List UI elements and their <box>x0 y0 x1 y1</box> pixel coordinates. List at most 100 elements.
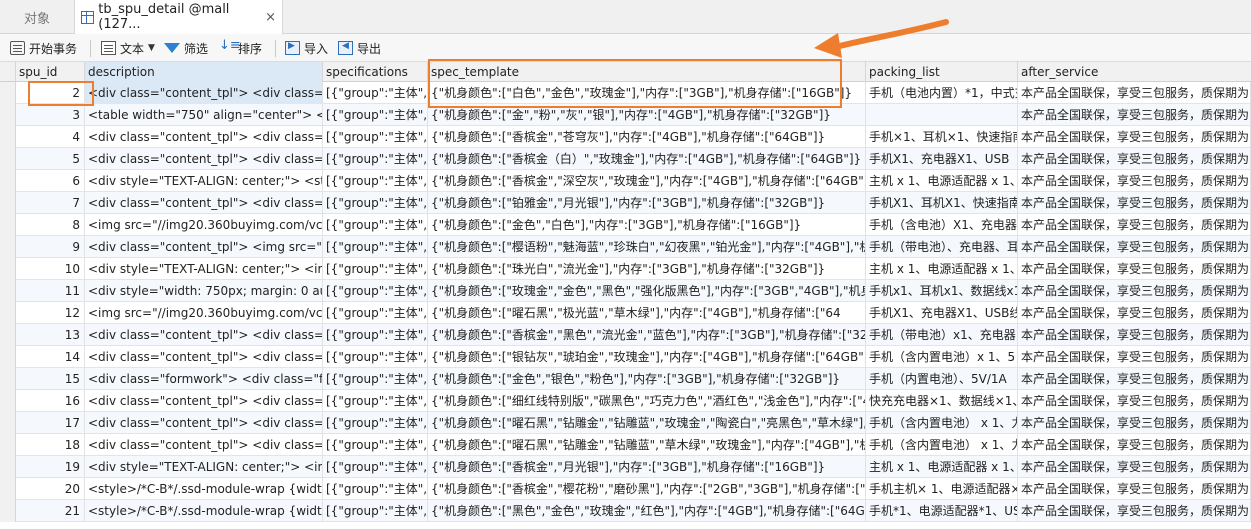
table-row[interactable]: 10 <div style="TEXT-ALIGN: center;"> <im[… <box>0 258 1251 280</box>
cell-spec-template[interactable]: {"机身颜色":["曜石黑","极光蓝","草木绿"],"内存":["4GB"]… <box>428 302 866 324</box>
begin-transaction-button[interactable]: 开始事务 <box>10 34 77 62</box>
row-gutter[interactable] <box>0 324 16 346</box>
cell-packing-list[interactable]: 手机X1、耳机X1、快速指南 <box>866 192 1018 214</box>
row-gutter[interactable] <box>0 258 16 280</box>
cell-spu-id[interactable]: 5 <box>16 148 85 170</box>
table-row[interactable]: 13 <div class="content_tpl"> <div class="… <box>0 324 1251 346</box>
cell-spec-template[interactable]: {"机身颜色":["香槟金","樱花粉","磨砂黑"],"内存":["2GB",… <box>428 478 866 500</box>
cell-after-service[interactable]: 本产品全国联保，享受三包服务，质保期为 <box>1018 456 1251 478</box>
cell-packing-list[interactable]: 手机（带电池）、充电器、耳 <box>866 236 1018 258</box>
cell-description[interactable]: <div class="content_tpl"> <div class="fo <box>85 346 323 368</box>
table-row[interactable]: 12 <img src="//img20.360buyimg.com/vc/jf[… <box>0 302 1251 324</box>
row-gutter[interactable] <box>0 434 16 456</box>
cell-after-service[interactable]: 本产品全国联保，享受三包服务，质保期为 <box>1018 236 1251 258</box>
cell-packing-list[interactable] <box>866 104 1018 126</box>
cell-description[interactable]: <div class="content_tpl"> <div class="fo <box>85 324 323 346</box>
cell-packing-list[interactable]: 快充充电器×1、数据线×1、 <box>866 390 1018 412</box>
cell-after-service[interactable]: 本产品全国联保，享受三包服务，质保期为 <box>1018 148 1251 170</box>
cell-packing-list[interactable]: 手机（电池内置）*1，中式充 <box>866 82 1018 104</box>
column-header-spu-id[interactable]: spu_id <box>16 62 85 82</box>
cell-spec-template[interactable]: {"机身颜色":["香槟金","苍穹灰"],"内存":["4GB"],"机身存储… <box>428 126 866 148</box>
cell-specifications[interactable]: [{"group":"主体","p <box>323 302 428 324</box>
row-gutter[interactable] <box>0 412 16 434</box>
cell-spec-template[interactable]: {"机身颜色":["细红线特别版","碳黑色","巧克力色","酒红色","浅金… <box>428 390 866 412</box>
cell-after-service[interactable]: 本产品全国联保，享受三包服务，质保期为 <box>1018 324 1251 346</box>
cell-spu-id[interactable]: 16 <box>16 390 85 412</box>
table-row[interactable]: 7 <div class="content_tpl"> <div class="f… <box>0 192 1251 214</box>
row-gutter[interactable] <box>0 280 16 302</box>
cell-packing-list[interactable]: 手机（含内置电池） x 1、力 <box>866 412 1018 434</box>
cell-spec-template[interactable]: {"机身颜色":["曜石黑","钻雕金","钻雕蓝","草木绿","玫瑰金"],… <box>428 434 866 456</box>
cell-spu-id[interactable]: 17 <box>16 412 85 434</box>
column-header-packing-list[interactable]: packing_list <box>866 62 1018 82</box>
cell-after-service[interactable]: 本产品全国联保，享受三包服务，质保期为 <box>1018 434 1251 456</box>
row-gutter[interactable] <box>0 236 16 258</box>
row-gutter[interactable] <box>0 214 16 236</box>
cell-spu-id[interactable]: 12 <box>16 302 85 324</box>
cell-spu-id[interactable]: 3 <box>16 104 85 126</box>
cell-specifications[interactable]: [{"group":"主体","p <box>323 412 428 434</box>
cell-spec-template[interactable]: {"机身颜色":["铂雅金","月光银"],"内存":["3GB"],"机身存储… <box>428 192 866 214</box>
cell-description[interactable]: <img src="//img20.360buyimg.com/vc/jf <box>85 214 323 236</box>
cell-specifications[interactable]: [{"group":"主体","p <box>323 236 428 258</box>
cell-after-service[interactable]: 本产品全国联保，享受三包服务，质保期为 <box>1018 390 1251 412</box>
cell-description[interactable]: <div class="formwork"> <div class="for <box>85 368 323 390</box>
table-row[interactable]: 6 <div style="TEXT-ALIGN: center;"> <styl… <box>0 170 1251 192</box>
table-row[interactable]: 9 <div class="content_tpl"> <img src="//i… <box>0 236 1251 258</box>
cell-specifications[interactable]: [{"group":"主体","p <box>323 478 428 500</box>
cell-specifications[interactable]: [{"group":"主体","p <box>323 500 428 522</box>
cell-spu-id[interactable]: 2 <box>16 82 85 104</box>
import-button[interactable]: 导入 <box>285 34 328 62</box>
data-grid[interactable]: spu_id description specifications spec_t… <box>0 62 1251 529</box>
cell-packing-list[interactable]: 手机X1、充电器X1、USB线 <box>866 302 1018 324</box>
cell-spec-template[interactable]: {"机身颜色":["白色","金色","玫瑰金"],"内存":["3GB"],"… <box>428 82 866 104</box>
text-view-button[interactable]: 文本 ▼ <box>101 34 155 62</box>
cell-spu-id[interactable]: 6 <box>16 170 85 192</box>
cell-after-service[interactable]: 本产品全国联保，享受三包服务，质保期为 <box>1018 104 1251 126</box>
cell-description[interactable]: <div class="content_tpl"> <div class="fo <box>85 148 323 170</box>
row-gutter[interactable] <box>0 478 16 500</box>
cell-after-service[interactable]: 本产品全国联保，享受三包服务，质保期为 <box>1018 368 1251 390</box>
cell-spu-id[interactable]: 19 <box>16 456 85 478</box>
table-row[interactable]: 3 <table width="750" align="center"> <tb[… <box>0 104 1251 126</box>
cell-description[interactable]: <div class="content_tpl"> <div class="fo <box>85 126 323 148</box>
table-row[interactable]: 5 <div class="content_tpl"> <div class="f… <box>0 148 1251 170</box>
table-row[interactable]: 14 <div class="content_tpl"> <div class="… <box>0 346 1251 368</box>
cell-description[interactable]: <img src="//img20.360buyimg.com/vc/jf <box>85 302 323 324</box>
cell-after-service[interactable]: 本产品全国联保，享受三包服务，质保期为 <box>1018 192 1251 214</box>
cell-spec-template[interactable]: {"机身颜色":["金色","银色","粉色"],"内存":["3GB"],"机… <box>428 368 866 390</box>
cell-packing-list[interactable]: 主机 x 1、电源适配器 x 1、 <box>866 170 1018 192</box>
cell-spec-template[interactable]: {"机身颜色":["金色","白色"],"内存":["3GB"],"机身存储":… <box>428 214 866 236</box>
cell-description[interactable]: <div style="TEXT-ALIGN: center;"> <im <box>85 258 323 280</box>
cell-spec-template[interactable]: {"机身颜色":["香槟金","黑色","流光金","蓝色"],"内存":["3… <box>428 324 866 346</box>
cell-description[interactable]: <div class="content_tpl"> <div class="fo <box>85 390 323 412</box>
cell-specifications[interactable]: [{"group":"主体","p <box>323 192 428 214</box>
cell-packing-list[interactable]: 手机X1、充电器X1、USB <box>866 148 1018 170</box>
cell-spu-id[interactable]: 21 <box>16 500 85 522</box>
cell-spu-id[interactable]: 10 <box>16 258 85 280</box>
column-header-specifications[interactable]: specifications <box>323 62 428 82</box>
table-row[interactable]: 16 <div class="content_tpl"> <div class="… <box>0 390 1251 412</box>
tab-objects[interactable]: 对象 <box>0 0 75 34</box>
cell-after-service[interactable]: 本产品全国联保，享受三包服务，质保期为 <box>1018 500 1251 522</box>
table-row[interactable]: 15 <div class="formwork"> <div class="for… <box>0 368 1251 390</box>
row-gutter[interactable] <box>0 390 16 412</box>
cell-specifications[interactable]: [{"group":"主体","p <box>323 346 428 368</box>
cell-after-service[interactable]: 本产品全国联保，享受三包服务，质保期为 <box>1018 258 1251 280</box>
cell-packing-list[interactable]: 手机（含内置电池） x 1、力 <box>866 434 1018 456</box>
cell-packing-list[interactable]: 手机（带电池）x1、充电器 <box>866 324 1018 346</box>
cell-description[interactable]: <style>/*C-B*/.ssd-module-wrap {width: <box>85 478 323 500</box>
chevron-down-icon[interactable]: ▼ <box>148 43 155 53</box>
column-header-description[interactable]: description <box>85 62 323 82</box>
cell-spec-template[interactable]: {"机身颜色":["玫瑰金","金色","黑色","强化版黑色"],"内存":[… <box>428 280 866 302</box>
filter-button[interactable]: 筛选 <box>164 34 208 62</box>
row-gutter[interactable] <box>0 192 16 214</box>
cell-packing-list[interactable]: 手机主机× 1、电源适配器× <box>866 478 1018 500</box>
cell-spu-id[interactable]: 11 <box>16 280 85 302</box>
cell-after-service[interactable]: 本产品全国联保，享受三包服务，质保期为 <box>1018 214 1251 236</box>
table-row[interactable]: 21 <style>/*C-B*/.ssd-module-wrap {width:… <box>0 500 1251 522</box>
cell-specifications[interactable]: [{"group":"主体","p <box>323 368 428 390</box>
cell-specifications[interactable]: [{"group":"主体","p <box>323 434 428 456</box>
row-gutter[interactable] <box>0 346 16 368</box>
cell-packing-list[interactable]: 手机*1、电源适配器*1、US <box>866 500 1018 522</box>
